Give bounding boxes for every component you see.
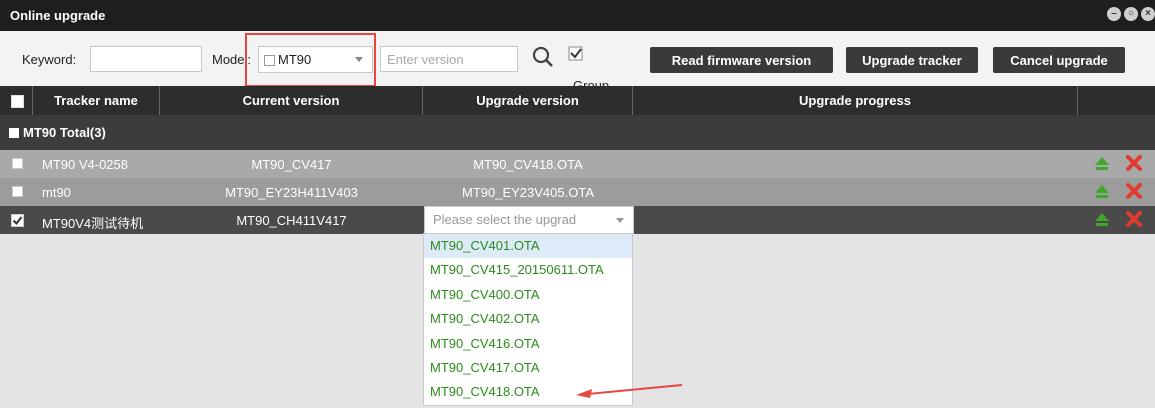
row-checkbox[interactable] [11, 214, 24, 227]
table-row[interactable]: MT90V4测试待机 MT90_CH411V417 Please select … [0, 206, 1155, 234]
dropdown-option[interactable]: MT90_CV417.OTA [424, 356, 632, 380]
row-checkbox[interactable] [12, 158, 23, 169]
group-title: MT90 Total(3) [23, 125, 106, 140]
table-header: Tracker name Current version Upgrade ver… [0, 86, 1155, 115]
window-controls: – ○ × [1107, 7, 1155, 21]
filter-toolbar: Keyword: Model: MT90 Group Read firmware… [0, 31, 1155, 93]
table-row[interactable]: MT90 V4-0258 MT90_CV417 MT90_CV418.OTA [0, 150, 1155, 178]
cancel-upgrade-button[interactable]: Cancel upgrade [993, 47, 1125, 73]
delete-icon[interactable] [1124, 181, 1144, 201]
highlight-box [245, 33, 376, 87]
column-header-upgrade-progress[interactable]: Upgrade progress [633, 86, 1078, 115]
title-bar: Online upgrade – ○ × [0, 0, 1155, 31]
select-all-checkbox[interactable] [11, 95, 24, 108]
delete-icon[interactable] [1124, 153, 1144, 173]
upgrade-icon[interactable] [1093, 154, 1111, 172]
dropdown-option[interactable]: MT90_CV416.OTA [424, 332, 632, 356]
upgrade-version: MT90_EY23V405.OTA [462, 185, 594, 200]
dropdown-option[interactable]: MT90_CV415_20150611.OTA [424, 258, 632, 282]
restore-icon[interactable]: ○ [1124, 7, 1138, 21]
column-header-upgrade-version[interactable]: Upgrade version [423, 86, 633, 115]
window-title: Online upgrade [10, 8, 106, 23]
current-version: MT90_EY23H411V403 [225, 185, 358, 200]
upgrade-version: MT90_CV418.OTA [473, 157, 583, 172]
tracker-name: MT90V4测试待机 [42, 216, 144, 231]
keyword-input[interactable] [90, 46, 202, 72]
search-icon[interactable] [531, 45, 555, 69]
close-icon[interactable]: × [1141, 7, 1155, 21]
current-version: MT90_CH411V417 [236, 213, 347, 228]
dropdown-option[interactable]: MT90_CV401.OTA [424, 234, 632, 259]
table-row[interactable]: mt90 MT90_EY23H411V403 MT90_EY23V405.OTA [0, 178, 1155, 206]
minimize-icon[interactable]: – [1107, 7, 1121, 21]
upgrade-icon[interactable] [1093, 210, 1111, 228]
keyword-label: Keyword: [22, 52, 77, 67]
column-header-current-version[interactable]: Current version [160, 86, 423, 115]
upgrade-select-placeholder: Please select the upgrad [433, 212, 577, 227]
dropdown-option[interactable]: MT90_CV400.OTA [424, 283, 632, 307]
group-row[interactable]: MT90 Total(3) [0, 115, 1155, 150]
column-header-tracker-name[interactable]: Tracker name [33, 86, 160, 115]
tracker-name: mt90 [42, 185, 71, 200]
group-checkbox[interactable] [567, 44, 587, 64]
read-firmware-button[interactable]: Read firmware version [650, 47, 833, 73]
upgrade-version-select[interactable]: Please select the upgrad [424, 206, 634, 234]
upgrade-tracker-button[interactable]: Upgrade tracker [846, 47, 978, 73]
current-version: MT90_CV417 [251, 157, 332, 172]
delete-icon[interactable] [1124, 209, 1144, 229]
dropdown-option[interactable]: MT90_CV402.OTA [424, 307, 632, 331]
header-select-cell [0, 86, 33, 115]
upgrade-icon[interactable] [1093, 182, 1111, 200]
collapse-icon[interactable] [9, 128, 19, 138]
annotation-arrow-icon [576, 384, 683, 398]
column-header-actions [1078, 86, 1155, 115]
row-checkbox[interactable] [12, 186, 23, 197]
tracker-name: MT90 V4-0258 [42, 157, 128, 172]
version-input[interactable] [380, 46, 518, 72]
chevron-down-icon [616, 218, 624, 223]
